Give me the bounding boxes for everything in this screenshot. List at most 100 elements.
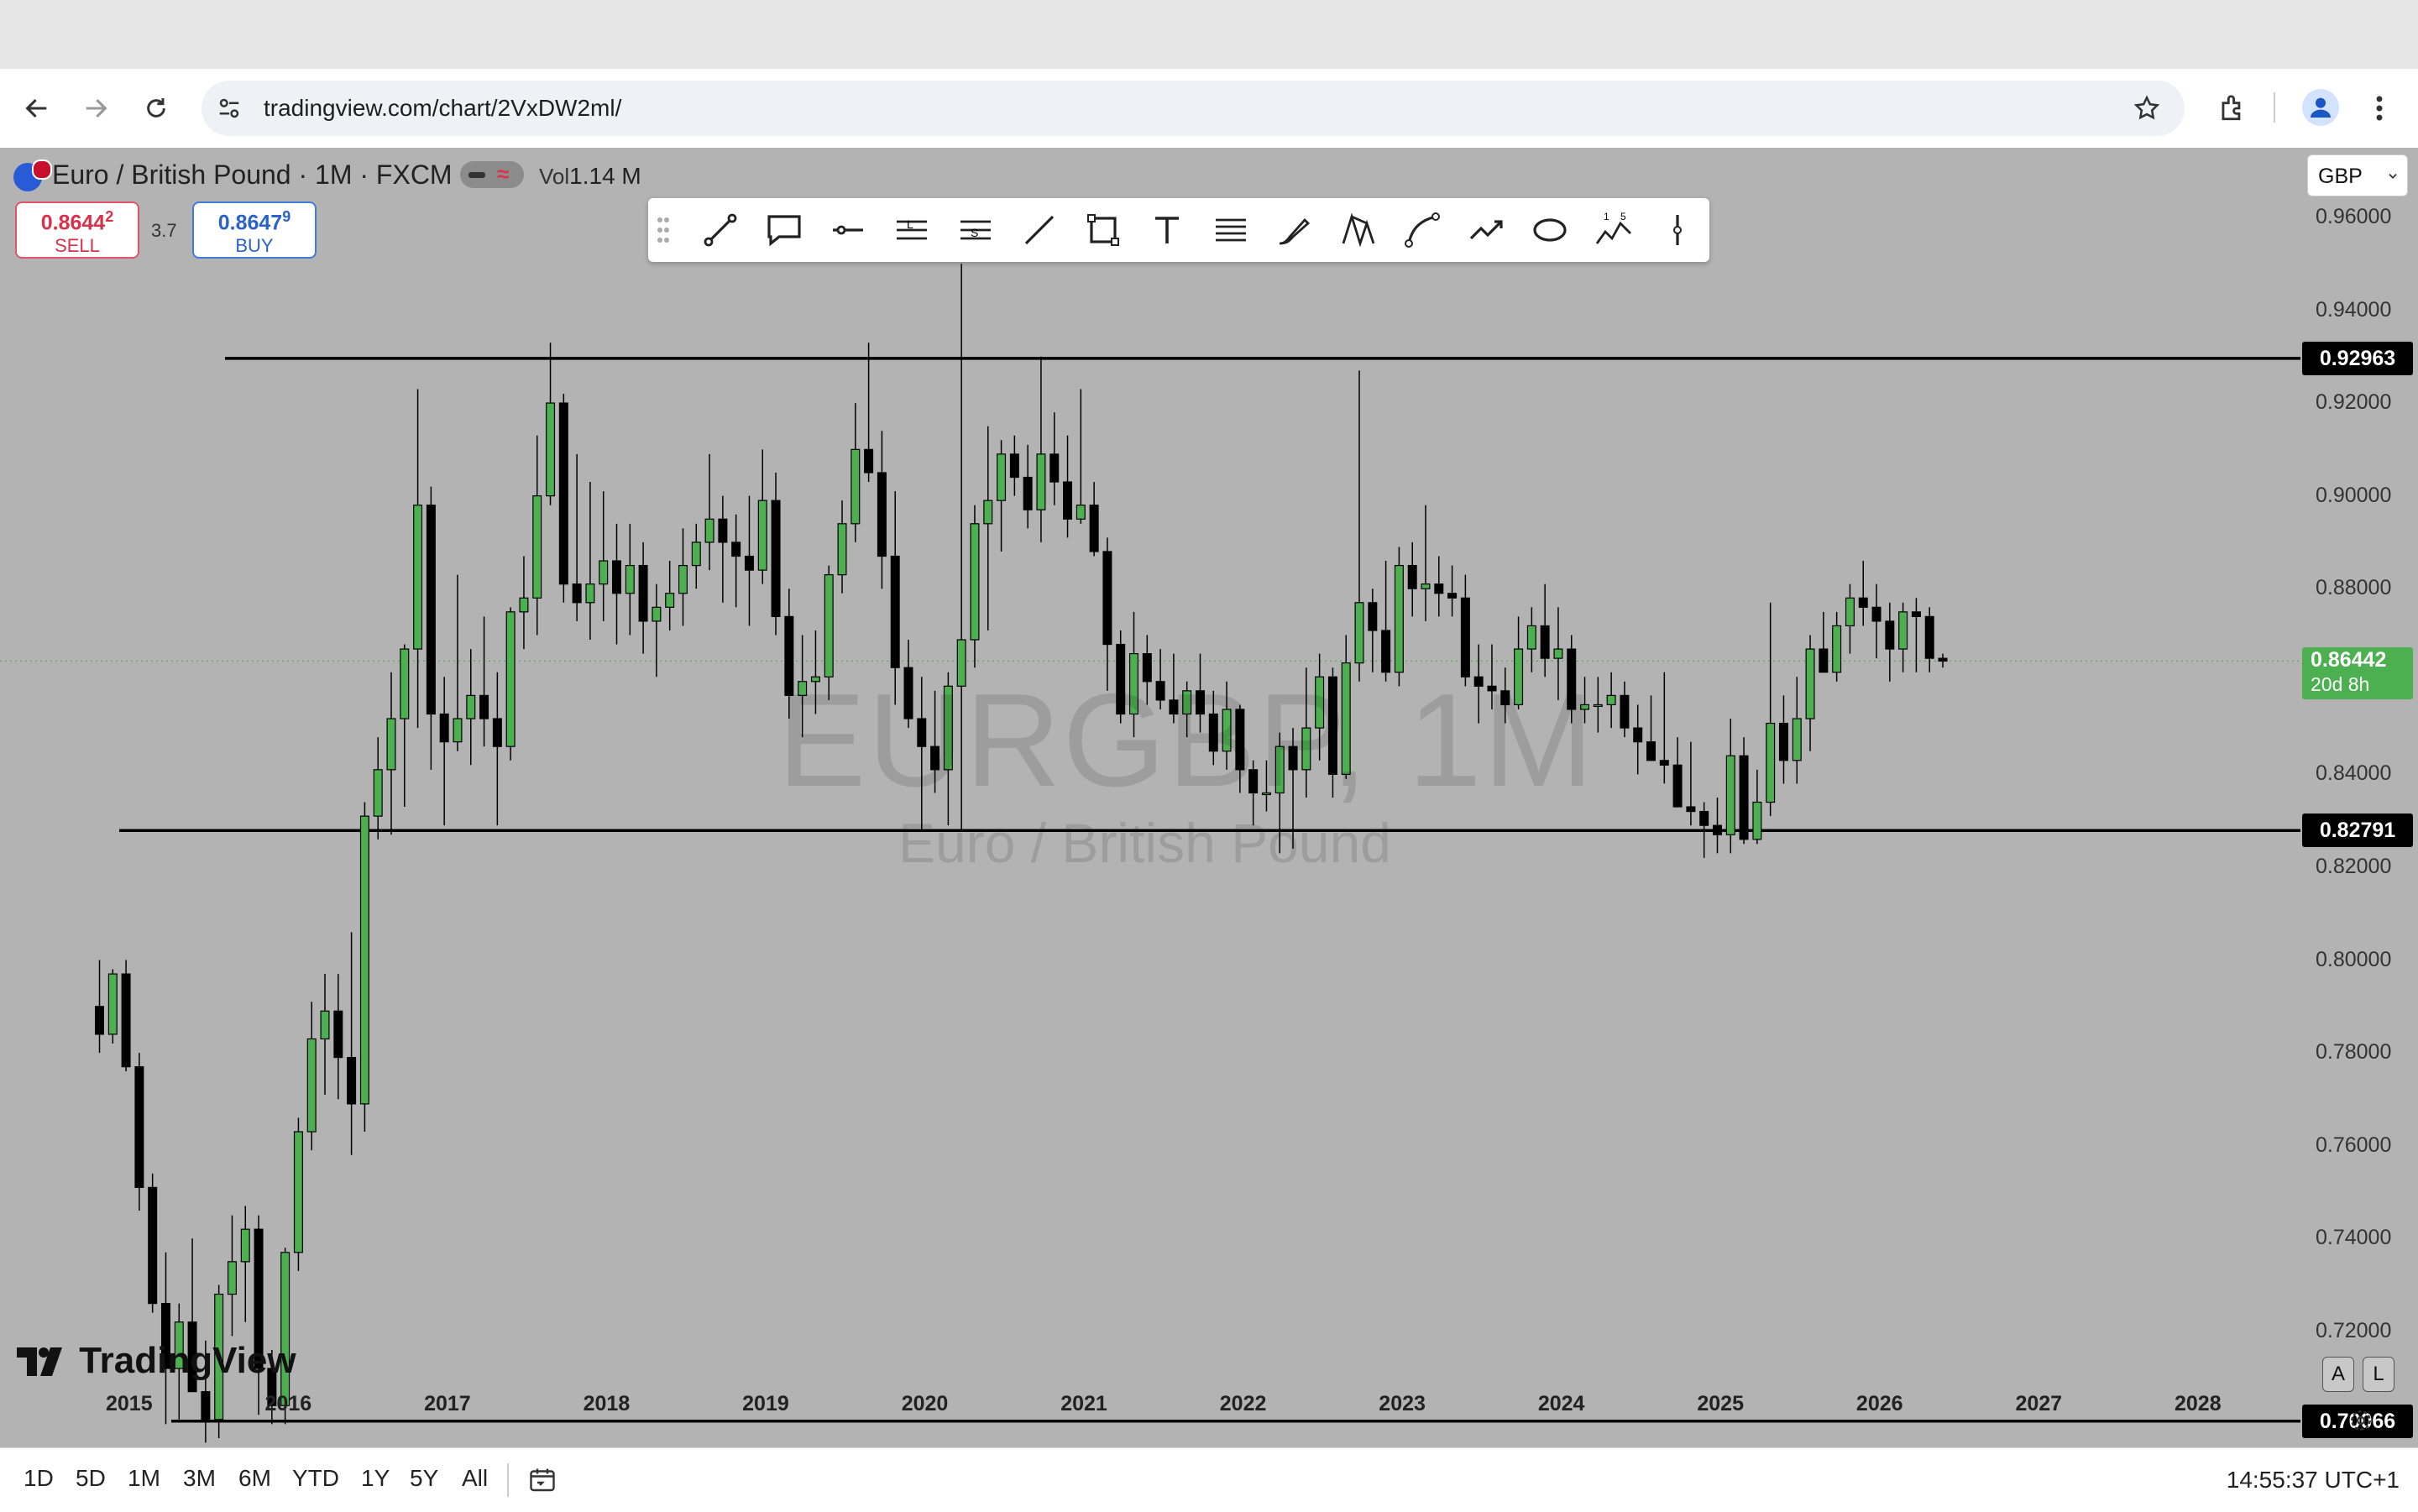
candle[interactable] — [227, 1215, 237, 1337]
candle[interactable] — [652, 583, 662, 678]
candle[interactable] — [519, 556, 529, 650]
candle[interactable] — [546, 343, 556, 505]
curve-icon[interactable] — [1402, 210, 1442, 250]
candle[interactable] — [1858, 561, 1868, 626]
candle[interactable] — [95, 960, 105, 1054]
candle[interactable] — [1381, 561, 1391, 682]
brush-icon[interactable] — [1274, 210, 1315, 250]
candle[interactable] — [359, 802, 369, 1133]
timeframe-button-5y[interactable]: 5Y — [410, 1465, 438, 1492]
candle[interactable] — [1407, 541, 1417, 617]
parallel-channel-icon[interactable] — [1211, 210, 1251, 250]
candle[interactable] — [439, 677, 449, 826]
candle[interactable] — [1898, 602, 1908, 672]
candle[interactable] — [837, 500, 847, 594]
candle[interactable] — [1447, 565, 1458, 617]
candle[interactable] — [678, 528, 688, 626]
candle[interactable] — [1871, 583, 1882, 659]
timeframe-button-all[interactable]: All — [462, 1465, 488, 1492]
candle[interactable] — [1938, 653, 1948, 668]
candle[interactable] — [599, 491, 609, 621]
candle[interactable] — [1766, 602, 1776, 817]
chart-pane[interactable]: EURGBP, 1M Euro / British Pound Euro / B… — [0, 148, 2418, 1447]
candle[interactable] — [1036, 356, 1046, 542]
timeframe-button-5d[interactable]: 5D — [76, 1465, 106, 1492]
candle[interactable] — [625, 523, 635, 636]
candle[interactable] — [1672, 737, 1683, 808]
candle[interactable] — [1049, 412, 1060, 505]
candle[interactable] — [983, 426, 993, 630]
candle[interactable] — [1009, 435, 1019, 496]
candle[interactable] — [1633, 704, 1643, 775]
short-position-icon[interactable]: S — [955, 210, 996, 250]
horizontal-ray-icon[interactable] — [828, 210, 868, 250]
log-scale-button[interactable]: L — [2363, 1357, 2394, 1392]
candle[interactable] — [240, 1206, 250, 1322]
candle[interactable] — [1911, 598, 1921, 672]
sell-button[interactable]: 0.86442 SELL — [15, 201, 139, 259]
settings-gear-icon[interactable] — [2347, 1407, 2374, 1434]
candle[interactable] — [718, 495, 728, 603]
candle[interactable] — [1778, 695, 1788, 784]
candle[interactable] — [1076, 389, 1086, 524]
address-bar[interactable]: tradingview.com/chart/2VxDW2ml/ — [202, 81, 2185, 136]
candle[interactable] — [850, 403, 861, 542]
candle[interactable] — [505, 607, 516, 761]
candle[interactable] — [1845, 583, 1855, 654]
candle[interactable] — [1354, 370, 1364, 682]
candle[interactable] — [1620, 681, 1630, 738]
candle[interactable] — [1646, 695, 1656, 761]
candle[interactable] — [1739, 737, 1749, 845]
candle[interactable] — [1421, 505, 1431, 621]
candle[interactable] — [691, 523, 701, 589]
path-icon[interactable] — [1466, 210, 1506, 250]
trend-line-icon[interactable] — [700, 210, 741, 250]
candle[interactable] — [1063, 435, 1073, 538]
candle[interactable] — [864, 343, 874, 483]
ellipse-icon[interactable] — [1530, 210, 1570, 250]
candle[interactable] — [532, 435, 542, 636]
candle[interactable] — [426, 486, 436, 770]
candle[interactable] — [413, 389, 423, 729]
candle[interactable] — [293, 1117, 303, 1271]
candle[interactable] — [492, 672, 502, 826]
candle[interactable] — [1832, 611, 1842, 682]
timeframe-button-3m[interactable]: 3M — [183, 1465, 216, 1492]
price-axis[interactable]: 0.96000 0.94000 0.92000 0.90000 0.88000 0.840… — [2300, 148, 2418, 1447]
text-icon[interactable] — [1147, 210, 1187, 250]
candle[interactable] — [1606, 672, 1616, 729]
timeframe-button-1y[interactable]: 1Y — [361, 1465, 390, 1492]
current-price-flag[interactable]: 0.86442 20d 8h — [2302, 647, 2413, 700]
candle[interactable] — [1540, 583, 1550, 678]
candle[interactable] — [1368, 589, 1378, 672]
vertical-line-icon[interactable] — [1657, 210, 1698, 250]
back-button[interactable] — [12, 83, 62, 133]
candle[interactable] — [1752, 769, 1762, 845]
line-icon[interactable] — [1019, 210, 1060, 250]
candle[interactable] — [306, 1002, 317, 1151]
candle[interactable] — [997, 440, 1007, 552]
candle[interactable] — [466, 649, 476, 766]
candle[interactable] — [386, 672, 396, 835]
candle[interactable] — [970, 505, 980, 668]
candle[interactable] — [612, 523, 622, 645]
candle[interactable] — [1805, 635, 1815, 751]
candle[interactable] — [744, 495, 754, 626]
reload-button[interactable] — [131, 83, 181, 133]
candle[interactable] — [1885, 602, 1895, 682]
candle[interactable] — [107, 969, 118, 1044]
symbol-title[interactable]: Euro / British Pound · 1M · FXCM — [52, 160, 453, 191]
candle[interactable] — [347, 932, 357, 1155]
time-axis[interactable]: 2015 2016 2017 2018 2019 2020 2021 2022 2023 2024… — [0, 1373, 2300, 1424]
candle[interactable] — [479, 616, 489, 747]
candle[interactable] — [1686, 741, 1696, 826]
candle[interactable] — [134, 1053, 144, 1211]
xabcd-pattern-icon[interactable] — [1338, 210, 1379, 250]
candle[interactable] — [1725, 719, 1735, 854]
candle[interactable] — [148, 1173, 158, 1313]
candle[interactable] — [1659, 672, 1669, 784]
candle[interactable] — [638, 541, 648, 654]
candle[interactable] — [1792, 677, 1802, 784]
candle[interactable] — [757, 449, 767, 584]
candle[interactable] — [731, 514, 741, 608]
